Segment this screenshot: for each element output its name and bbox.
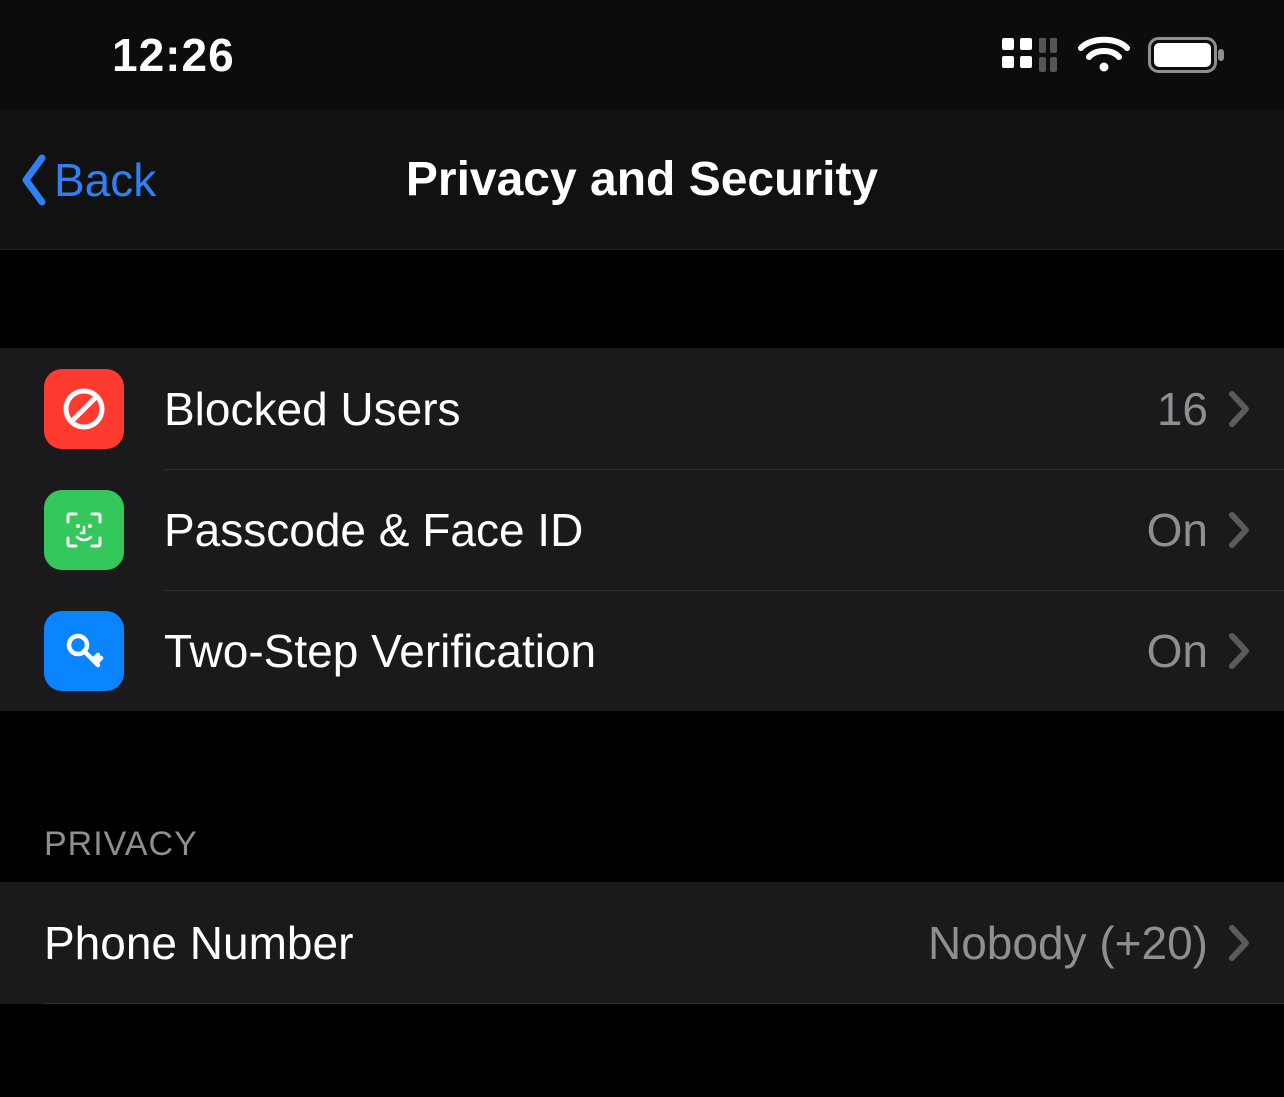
status-time: 12:26: [112, 28, 235, 82]
grid-dots-icon: [1002, 38, 1060, 72]
row-label: Passcode & Face ID: [164, 503, 1147, 557]
chevron-right-icon: [1228, 511, 1250, 549]
row-value: On: [1147, 624, 1208, 678]
row-phone-number[interactable]: Phone Number Nobody (+20): [0, 882, 1284, 1003]
row-passcode-faceid[interactable]: Passcode & Face ID On: [0, 469, 1284, 590]
row-label: Phone Number: [44, 916, 928, 970]
chevron-left-icon: [20, 154, 48, 206]
divider: [44, 1003, 1284, 1004]
row-value: Nobody (+20): [928, 916, 1208, 970]
row-label: Blocked Users: [164, 382, 1157, 436]
privacy-section: Phone Number Nobody (+20): [0, 882, 1284, 1004]
row-value: 16: [1157, 382, 1208, 436]
row-label: Two-Step Verification: [164, 624, 1147, 678]
chevron-right-icon: [1228, 924, 1250, 962]
chevron-right-icon: [1228, 632, 1250, 670]
row-value: On: [1147, 503, 1208, 557]
status-indicators: [1002, 36, 1226, 74]
section-gap: [0, 250, 1284, 348]
key-icon: [44, 611, 124, 691]
no-entry-icon: [44, 369, 124, 449]
page-title: Privacy and Security: [0, 152, 1284, 207]
status-bar: 12:26: [0, 0, 1284, 110]
chevron-right-icon: [1228, 390, 1250, 428]
nav-bar: Back Privacy and Security: [0, 110, 1284, 250]
row-blocked-users[interactable]: Blocked Users 16: [0, 348, 1284, 469]
wifi-icon: [1078, 36, 1130, 74]
security-section: Blocked Users 16 Passcode & Face ID On: [0, 348, 1284, 711]
battery-icon: [1148, 37, 1226, 73]
back-button[interactable]: Back: [20, 153, 156, 207]
back-label: Back: [54, 153, 156, 207]
faceid-icon: [44, 490, 124, 570]
section-gap: [0, 711, 1284, 825]
section-header-privacy: PRIVACY: [0, 825, 1284, 882]
row-two-step[interactable]: Two-Step Verification On: [0, 590, 1284, 711]
